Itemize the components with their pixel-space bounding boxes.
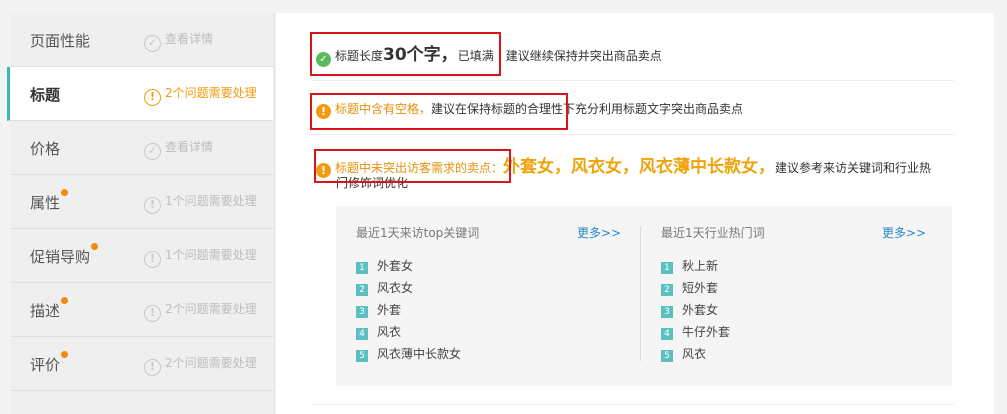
section-divider bbox=[312, 404, 954, 405]
title-space-row: ! 标题中含有空格，建议在保持标题的合理性下充分利用标题文字突出商品卖点 bbox=[310, 80, 954, 135]
list-item: 3 外套 bbox=[356, 301, 401, 318]
sidebar-item-label: 价格 bbox=[30, 140, 61, 158]
list-item: 4 牛仔外套 bbox=[661, 323, 730, 340]
main-panel: ✓ 标题长度30个字，已填满 建议继续保持并突出商品卖点 ! 标题中含有空格，建议在保… bbox=[276, 13, 994, 414]
list-item: 1 外套女 bbox=[356, 257, 413, 274]
sidebar-item-label: 促销导购 bbox=[30, 243, 99, 267]
warning-circle-icon: ! bbox=[144, 251, 161, 268]
sidebar-item-description[interactable]: 描述 ! 2个问题需要处理 bbox=[10, 283, 274, 337]
visitor-keywords-column: 最近1天来访top关键词 更多>> 1 外套女 2 风衣女 3 外套 4 风衣 5 风衣薄… bbox=[336, 206, 636, 386]
annotation-box bbox=[310, 32, 501, 76]
sidebar-item-label: 属性 bbox=[30, 189, 69, 213]
list-item: 2 短外套 bbox=[661, 279, 718, 296]
check-circle-icon: ✓ bbox=[144, 143, 161, 160]
sidebar-item-status: ! 2个问题需要处理 bbox=[144, 84, 257, 106]
sidebar-item-label: 描述 bbox=[30, 297, 69, 321]
sidebar-item-title[interactable]: 标题 ! 2个问题需要处理 bbox=[7, 67, 273, 121]
sidebar-item-page-performance[interactable]: 页面性能 ✓ 查看详情 bbox=[10, 13, 274, 67]
notification-dot bbox=[91, 243, 99, 250]
annotation-box bbox=[310, 93, 568, 130]
sidebar-item-status: ✓ 查看详情 bbox=[144, 30, 213, 52]
warning-circle-icon: ! bbox=[144, 89, 161, 106]
sidebar-item-status: ✓ 查看详情 bbox=[144, 138, 213, 160]
notification-dot bbox=[61, 351, 69, 358]
warning-circle-icon: ! bbox=[144, 305, 161, 322]
sidebar-item-promotion[interactable]: 促销导购 ! 1个问题需要处理 bbox=[10, 229, 274, 283]
list-item: 4 风衣 bbox=[356, 323, 401, 340]
notification-dot bbox=[61, 297, 69, 304]
sidebar: 页面性能 ✓ 查看详情 标题 ! 2个问题需要处理 价格 ✓ 查看详情 属性 ! 1个问… bbox=[7, 13, 275, 414]
sidebar-item-status: ! 1个问题需要处理 bbox=[144, 246, 257, 268]
sidebar-item-reviews[interactable]: 评价 ! 2个问题需要处理 bbox=[10, 337, 274, 391]
list-item: 2 风衣女 bbox=[356, 279, 413, 296]
visitor-keywords-title: 最近1天来访top关键词 bbox=[356, 226, 480, 240]
title-keyword-row: ! 标题中未突出访客需求的卖点：外套女，风衣女，风衣薄中长款女，建议参考来访关键词… bbox=[312, 134, 954, 192]
sidebar-item-label: 评价 bbox=[30, 351, 69, 375]
visitor-keywords-more-link[interactable]: 更多>> bbox=[577, 224, 621, 241]
industry-keywords-title: 最近1天行业热门词 bbox=[661, 226, 765, 240]
sidebar-item-label: 页面性能 bbox=[30, 32, 91, 50]
check-circle-icon: ✓ bbox=[144, 35, 161, 52]
warning-circle-icon: ! bbox=[144, 197, 161, 214]
annotation-box bbox=[314, 149, 511, 183]
sidebar-item-price[interactable]: 价格 ✓ 查看详情 bbox=[10, 121, 274, 175]
keyword-panel: 最近1天来访top关键词 更多>> 1 外套女 2 风衣女 3 外套 4 风衣 5 风衣薄… bbox=[336, 206, 952, 386]
list-item: 5 风衣 bbox=[661, 345, 706, 362]
industry-keywords-more-link[interactable]: 更多>> bbox=[882, 224, 926, 241]
title-length-row: ✓ 标题长度30个字，已填满 建议继续保持并突出商品卖点 bbox=[310, 13, 954, 81]
sidebar-item-label: 标题 bbox=[30, 86, 61, 104]
sidebar-item-status: ! 2个问题需要处理 bbox=[144, 354, 257, 376]
industry-keywords-column: 最近1天行业热门词 更多>> 1 秋上新 2 短外套 3 外套女 4 牛仔外套 5 风衣 bbox=[641, 206, 941, 386]
list-item: 1 秋上新 bbox=[661, 257, 718, 274]
sidebar-item-attributes[interactable]: 属性 ! 1个问题需要处理 bbox=[10, 175, 274, 229]
list-item: 3 外套女 bbox=[661, 301, 718, 318]
sidebar-item-status: ! 1个问题需要处理 bbox=[144, 192, 257, 214]
sidebar-item-status: ! 2个问题需要处理 bbox=[144, 300, 257, 322]
warning-circle-icon: ! bbox=[144, 359, 161, 376]
list-item: 5 风衣薄中长款女 bbox=[356, 345, 461, 362]
notification-dot bbox=[61, 189, 69, 196]
